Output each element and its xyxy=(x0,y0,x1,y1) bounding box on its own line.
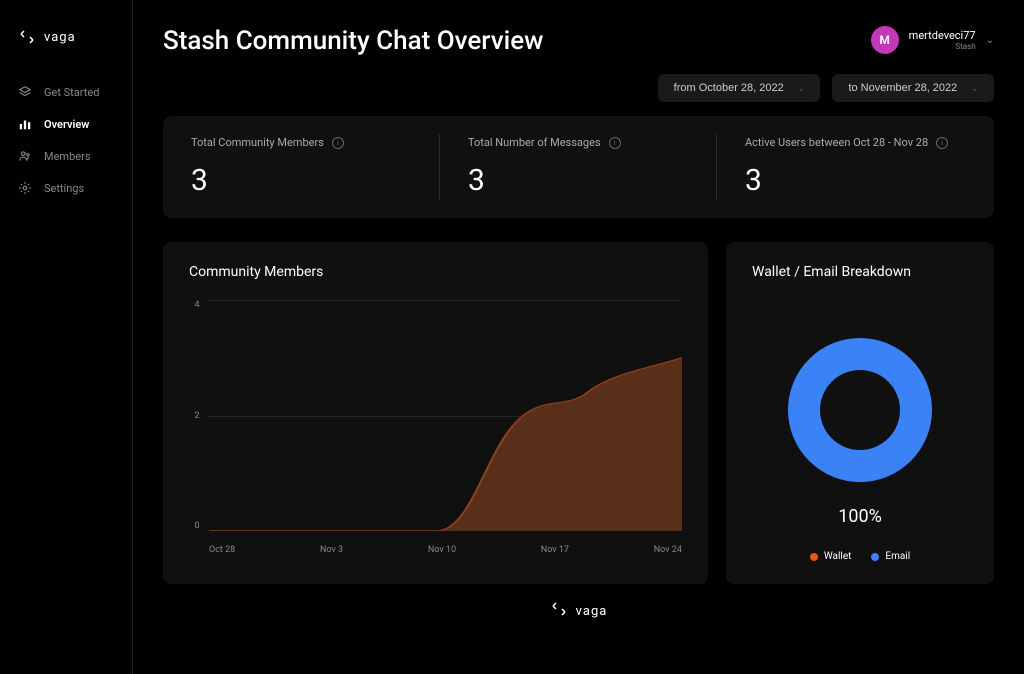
stack-icon xyxy=(18,85,32,99)
sidebar-item-label: Settings xyxy=(44,182,84,195)
footer-logo-text: vaga xyxy=(576,604,608,619)
donut-container: 100% Wallet Email xyxy=(752,300,968,562)
filter-from-label: from October 28, 2022 xyxy=(674,82,784,94)
sidebar-item-label: Get Started xyxy=(44,86,99,99)
sidebar: vaga Get Started Overview Members Settin… xyxy=(0,0,133,674)
stat-label: Active Users between Oct 28 - Nov 28 i xyxy=(745,136,966,149)
stat-value: 3 xyxy=(191,163,412,198)
area-chart: 4 2 0 Oct 28 Nov 3 Nov 10 xyxy=(189,300,682,555)
charts-row: Community Members 4 2 0 Oct xyxy=(163,242,994,584)
legend: Wallet Email xyxy=(810,551,910,562)
stat-card-messages: Total Number of Messages i 3 xyxy=(440,116,717,218)
info-icon[interactable]: i xyxy=(936,137,948,149)
chart-title: Wallet / Email Breakdown xyxy=(752,264,968,280)
date-filters: from October 28, 2022 ⌄ to November 28, … xyxy=(163,74,994,102)
stat-value: 3 xyxy=(468,163,689,198)
user-name: mertdeveci77 xyxy=(909,29,976,42)
filter-to-label: to November 28, 2022 xyxy=(848,82,957,94)
stat-value: 3 xyxy=(745,163,966,198)
filter-from-date[interactable]: from October 28, 2022 ⌄ xyxy=(658,74,821,102)
sidebar-item-label: Overview xyxy=(44,118,89,131)
gear-icon xyxy=(18,181,32,195)
header: Stash Community Chat Overview M mertdeve… xyxy=(163,26,994,56)
sidebar-item-get-started[interactable]: Get Started xyxy=(0,76,132,108)
legend-dot-wallet xyxy=(810,553,818,561)
donut-chart xyxy=(780,330,940,490)
chevron-down-icon: ⌄ xyxy=(798,84,805,93)
user-menu[interactable]: M mertdeveci77 Stash ⌄ xyxy=(871,26,994,54)
stat-card-active-users: Active Users between Oct 28 - Nov 28 i 3 xyxy=(717,116,994,218)
filter-to-date[interactable]: to November 28, 2022 ⌄ xyxy=(832,74,994,102)
stat-label: Total Community Members i xyxy=(191,136,412,149)
legend-dot-email xyxy=(871,553,879,561)
logo-icon xyxy=(18,28,36,46)
chart-community-members: Community Members 4 2 0 Oct xyxy=(163,242,708,584)
logo-text: vaga xyxy=(44,30,76,45)
stats-row: Total Community Members i 3 Total Number… xyxy=(163,116,994,218)
user-info: mertdeveci77 Stash xyxy=(909,29,976,51)
sidebar-item-label: Members xyxy=(44,150,91,163)
footer-logo: vaga xyxy=(163,600,994,622)
chart-title: Community Members xyxy=(189,264,682,280)
logo-icon xyxy=(550,600,568,622)
sidebar-item-members[interactable]: Members xyxy=(0,140,132,172)
chart-area xyxy=(209,300,682,531)
chart-wallet-email: Wallet / Email Breakdown 100% Wallet Ema… xyxy=(726,242,994,584)
area-path xyxy=(209,300,682,531)
chevron-down-icon: ⌄ xyxy=(971,84,978,93)
donut-percent: 100% xyxy=(838,506,882,527)
users-icon xyxy=(18,149,32,163)
stat-card-members: Total Community Members i 3 xyxy=(163,116,440,218)
chart-icon xyxy=(18,117,32,131)
sidebar-item-settings[interactable]: Settings xyxy=(0,172,132,204)
user-sub: Stash xyxy=(955,42,975,51)
main-content: Stash Community Chat Overview M mertdeve… xyxy=(133,0,1024,674)
info-icon[interactable]: i xyxy=(609,137,621,149)
sidebar-item-overview[interactable]: Overview xyxy=(0,108,132,140)
y-axis: 4 2 0 xyxy=(189,300,205,531)
avatar: M xyxy=(871,26,899,54)
chevron-down-icon: ⌄ xyxy=(986,35,994,46)
logo[interactable]: vaga xyxy=(0,28,132,76)
x-axis: Oct 28 Nov 3 Nov 10 Nov 17 Nov 24 xyxy=(209,545,682,555)
legend-email: Email xyxy=(871,551,910,562)
info-icon[interactable]: i xyxy=(332,137,344,149)
legend-wallet: Wallet xyxy=(810,551,852,562)
stat-label: Total Number of Messages i xyxy=(468,136,689,149)
page-title: Stash Community Chat Overview xyxy=(163,26,543,56)
